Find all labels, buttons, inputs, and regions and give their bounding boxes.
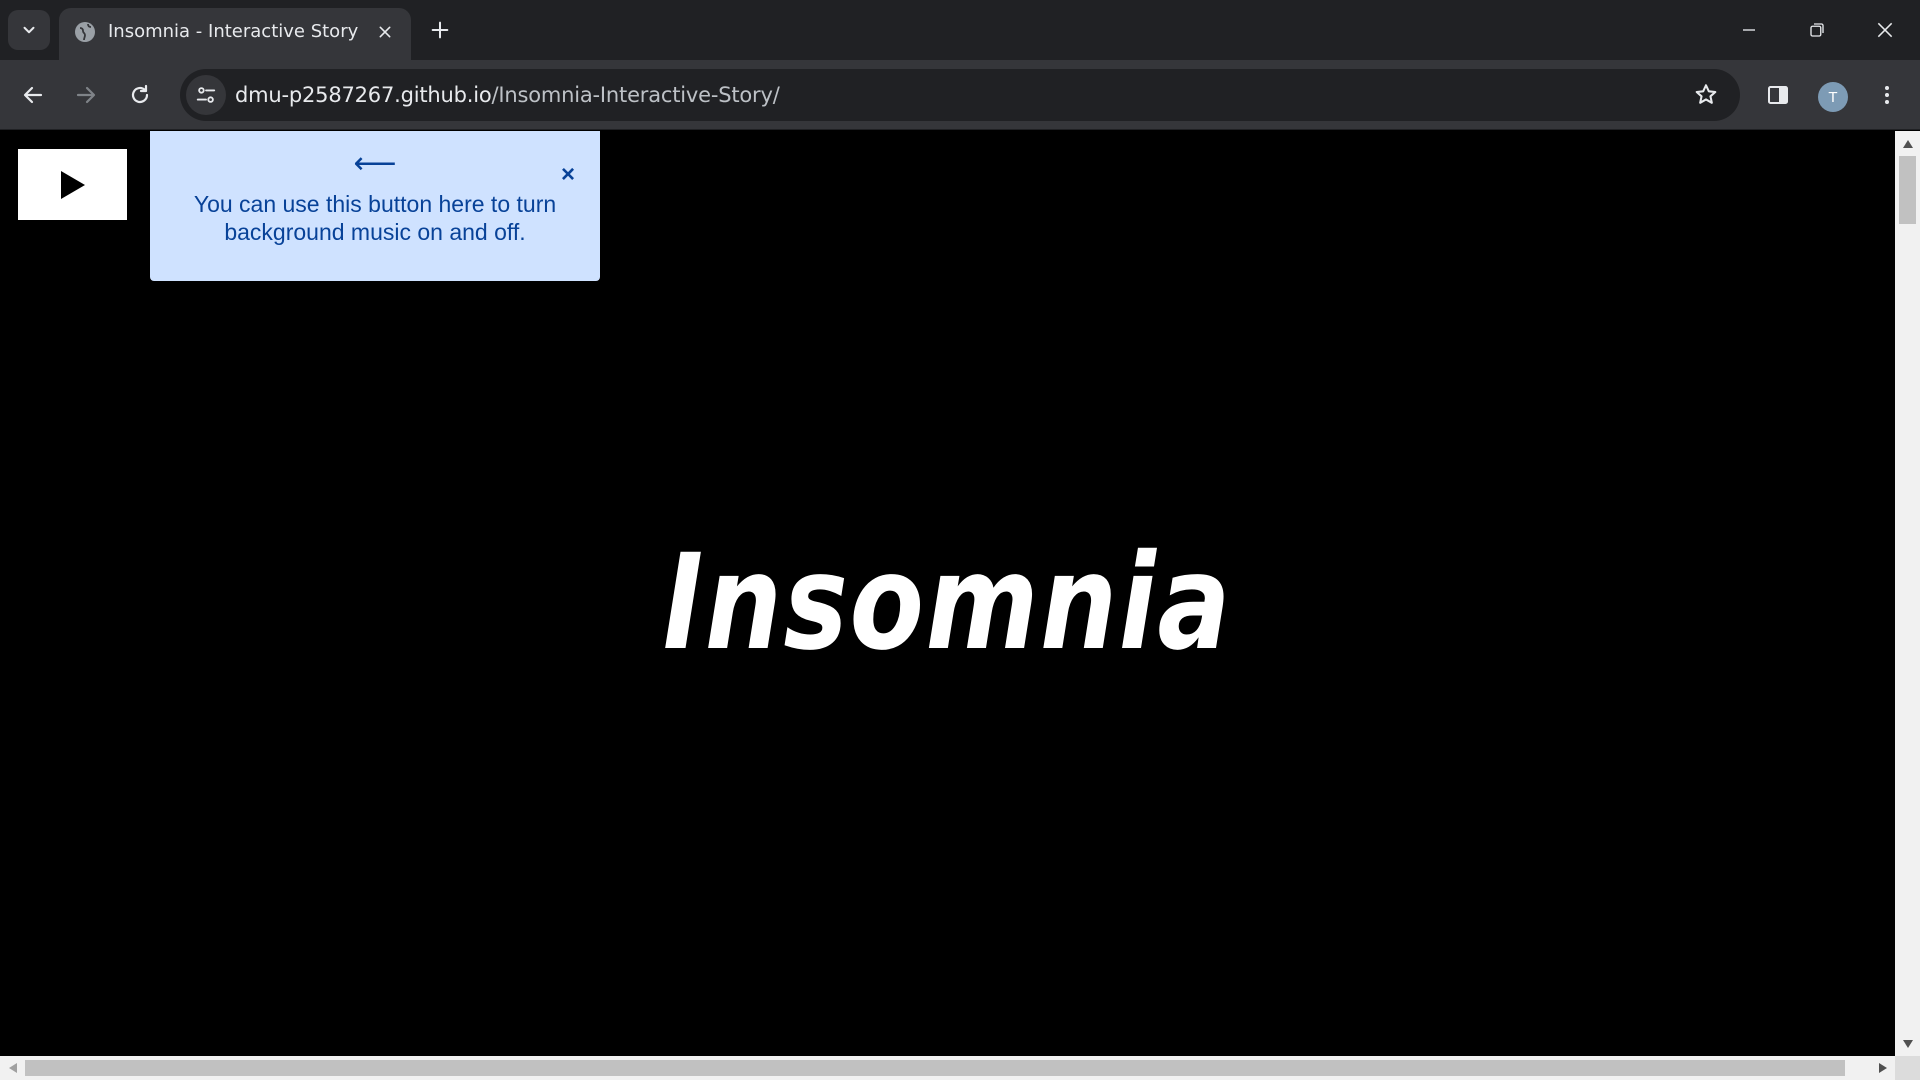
arrow-right-icon: [76, 86, 96, 104]
browser-toolbar: dmu-p2587267.github.io/Insomnia-Interact…: [0, 60, 1920, 130]
browser-menu-button[interactable]: [1865, 73, 1909, 117]
tab-search-button[interactable]: [8, 10, 50, 50]
plus-icon: [431, 21, 449, 39]
scrollbar-corner: [1895, 1056, 1920, 1080]
triangle-right-icon: [1878, 1063, 1887, 1073]
tab-close-button[interactable]: [373, 20, 397, 44]
globe-icon: [75, 22, 95, 42]
url-path: /Insomnia-Interactive-Story/: [491, 83, 780, 107]
close-icon: [379, 26, 391, 38]
restore-icon: [1810, 23, 1824, 37]
address-bar[interactable]: dmu-p2587267.github.io/Insomnia-Interact…: [180, 69, 1740, 121]
left-arrow-icon: ⟵: [353, 146, 397, 181]
back-button[interactable]: [11, 73, 55, 117]
tune-icon: [196, 87, 216, 103]
new-tab-button[interactable]: [424, 14, 456, 46]
horizontal-scroll-thumb[interactable]: [25, 1060, 1845, 1076]
vertical-scroll-thumb[interactable]: [1899, 156, 1916, 224]
reload-icon: [131, 84, 149, 104]
triangle-up-icon: [1902, 139, 1913, 148]
bookmark-button[interactable]: [1686, 75, 1726, 115]
url-text: dmu-p2587267.github.io/Insomnia-Interact…: [235, 83, 780, 107]
page-viewport: ⟵ × You can use this button here to turn…: [0, 131, 1895, 1056]
browser-tab-strip: Insomnia - Interactive Story: [0, 0, 1920, 60]
scroll-up-arrow[interactable]: [1895, 131, 1920, 156]
forward-button[interactable]: [64, 73, 108, 117]
triangle-left-icon: [8, 1063, 17, 1073]
restore-button[interactable]: [1795, 8, 1839, 52]
url-host: dmu-p2587267.github.io: [235, 83, 492, 107]
minimize-button[interactable]: [1727, 8, 1771, 52]
side-panel-icon: [1768, 86, 1788, 104]
star-icon: [1695, 84, 1717, 104]
scroll-down-arrow[interactable]: [1895, 1031, 1920, 1056]
kebab-menu-icon: [1885, 86, 1889, 104]
music-hint-tooltip: ⟵ × You can use this button here to turn…: [150, 131, 600, 281]
music-toggle-button[interactable]: [18, 149, 127, 220]
horizontal-scrollbar[interactable]: [0, 1056, 1895, 1080]
chevron-down-icon: [23, 26, 35, 34]
tooltip-message: You can use this button here to turn bac…: [193, 191, 557, 245]
tooltip-close-button[interactable]: ×: [554, 161, 582, 189]
close-icon: [1877, 22, 1893, 38]
site-info-button[interactable]: [186, 75, 226, 115]
profile-avatar[interactable]: T: [1818, 82, 1848, 112]
close-window-button[interactable]: [1863, 8, 1907, 52]
tab-title: Insomnia - Interactive Story: [108, 21, 359, 42]
vertical-scrollbar[interactable]: [1895, 131, 1920, 1056]
side-panel-button[interactable]: [1756, 73, 1800, 117]
arrow-left-icon: [23, 86, 43, 104]
scroll-left-arrow[interactable]: [0, 1056, 25, 1080]
browser-tab-active[interactable]: Insomnia - Interactive Story: [59, 8, 411, 60]
story-title: Insomnia: [662, 526, 1233, 680]
triangle-down-icon: [1902, 1039, 1913, 1048]
reload-button[interactable]: [118, 73, 162, 117]
minimize-icon: [1743, 29, 1755, 31]
play-icon: [60, 170, 85, 199]
scroll-right-arrow[interactable]: [1870, 1056, 1895, 1080]
